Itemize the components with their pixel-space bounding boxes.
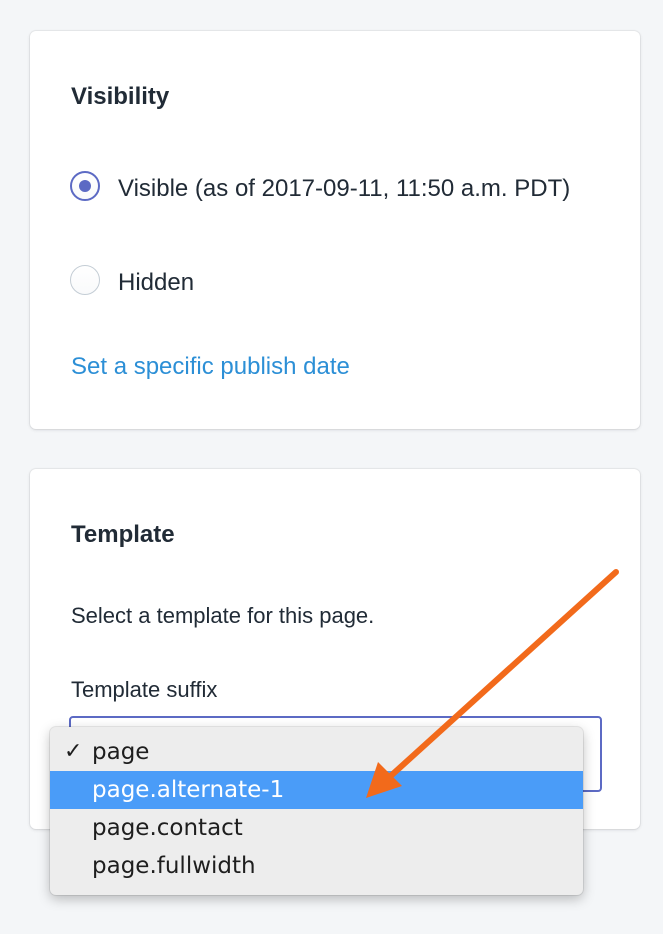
arrow-icon: [366, 569, 619, 798]
arrow-shaft: [381, 569, 619, 785]
